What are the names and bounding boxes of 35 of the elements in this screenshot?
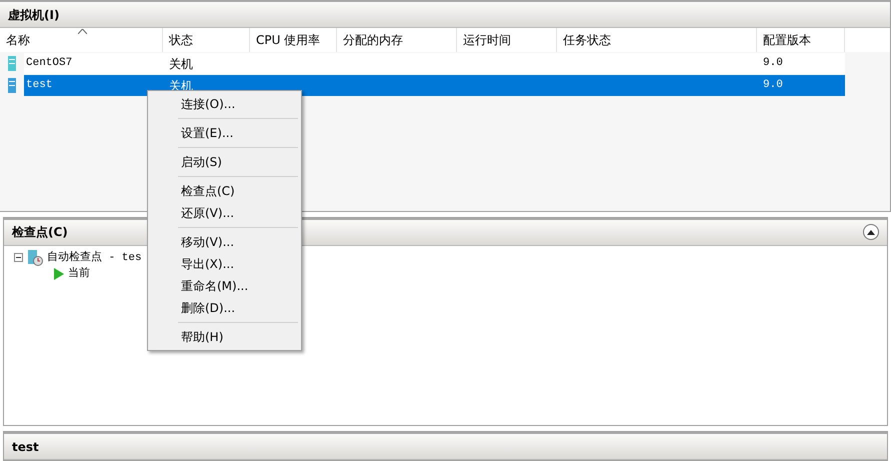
vm-row[interactable]: CentOS7 关机 9.0	[24, 53, 845, 74]
expander-icon[interactable]	[14, 253, 23, 262]
vm-name: test	[25, 78, 54, 94]
panel-title: 检查点(C)	[12, 224, 68, 242]
vm-version: 9.0	[762, 56, 784, 72]
tree-item[interactable]: 自动检查点 - tes	[47, 250, 142, 266]
checkpoint-icon	[27, 250, 43, 266]
tree-item[interactable]: 当前	[68, 266, 90, 282]
column-header[interactable]: 任务状态	[557, 28, 757, 52]
server-icon	[8, 78, 16, 93]
menu-item[interactable]: 连接(O)...	[148, 93, 301, 115]
column-header[interactable]: 名称	[0, 28, 163, 52]
panel-title: 虚拟机(I)	[8, 6, 60, 24]
panel-title: test	[12, 438, 39, 456]
column-header[interactable]: 分配的内存	[337, 28, 457, 52]
caret-icon	[867, 230, 875, 235]
column-header[interactable]: 状态	[163, 28, 250, 52]
play-icon	[54, 268, 64, 280]
vm-state: 关机	[168, 56, 194, 72]
menu-item[interactable]: 移动(V)...	[148, 231, 301, 253]
column-header[interactable]: 运行时间	[457, 28, 557, 52]
menu-item[interactable]: 检查点(C)	[148, 180, 301, 202]
menu-item[interactable]: 导出(X)...	[148, 253, 301, 275]
column-header[interactable]: 配置版本	[757, 28, 845, 52]
column-header[interactable]: CPU 使用率	[250, 28, 337, 52]
server-icon	[8, 56, 16, 71]
menu-item[interactable]: 帮助(H)	[148, 326, 301, 348]
menu-item[interactable]: 重命名(M)...	[148, 275, 301, 297]
vm-name: CentOS7	[25, 56, 74, 72]
menu-item[interactable]: 删除(D)...	[148, 297, 301, 319]
menu-item[interactable]: 设置(E)...	[148, 122, 301, 144]
collapse-button[interactable]	[863, 224, 879, 240]
menu-item[interactable]: 还原(V)...	[148, 202, 301, 224]
menu-item[interactable]: 启动(S)	[148, 151, 301, 173]
vm-version: 9.0	[762, 78, 784, 94]
